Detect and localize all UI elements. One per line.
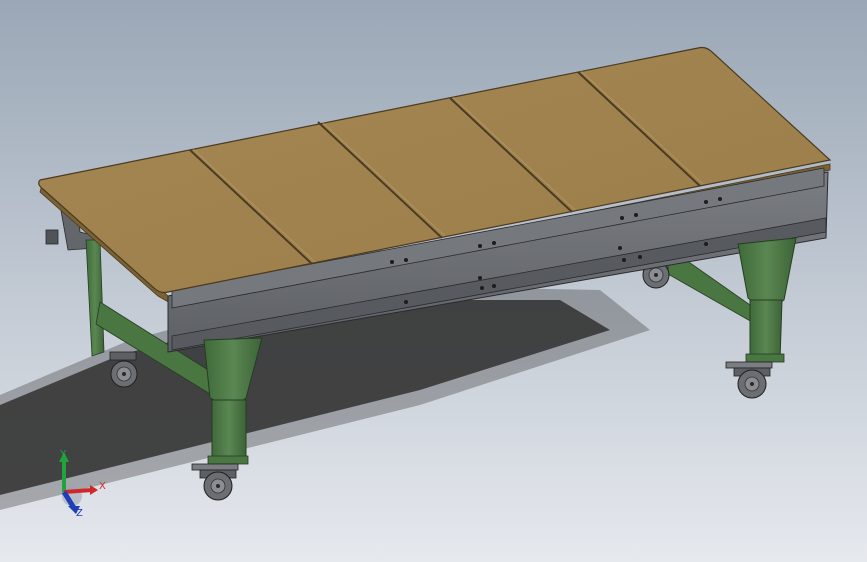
triad-x-axis <box>63 488 93 494</box>
caster-rear-left[interactable] <box>109 351 138 388</box>
triad-z-label: Z <box>76 508 83 519</box>
triad-x-label: X <box>99 481 106 492</box>
triad-y-label: Y <box>59 449 67 460</box>
model-scene[interactable]: Y X Z <box>0 0 867 562</box>
3d-graphics-viewport[interactable]: Y X Z <box>0 0 867 562</box>
